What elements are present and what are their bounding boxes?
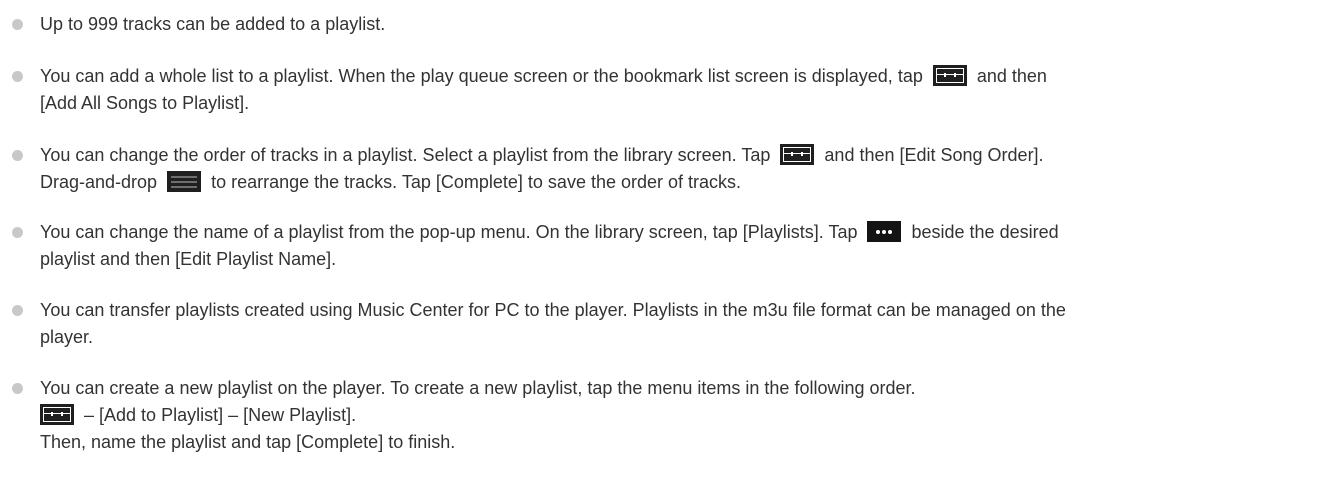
tip-text: You can transfer playlists created using… bbox=[40, 300, 1066, 320]
tip-text: You can create a new playlist on the pla… bbox=[40, 378, 916, 398]
menu-icon bbox=[932, 65, 967, 86]
tip-text: beside the desired bbox=[911, 222, 1059, 242]
tip-text: Up to 999 tracks can be added to a playl… bbox=[40, 14, 386, 34]
tip-item: You can create a new playlist on the pla… bbox=[12, 375, 1330, 456]
tip-item: You can change the order of tracks in a … bbox=[12, 142, 1330, 196]
bullet-icon bbox=[12, 383, 23, 394]
menu-icon bbox=[780, 144, 815, 165]
bullet-icon bbox=[12, 71, 23, 82]
tip-text: You can change the order of tracks in a … bbox=[40, 145, 771, 165]
tip-text: and then [Edit Song Order]. bbox=[824, 145, 1044, 165]
drag-handle-icon bbox=[167, 171, 202, 192]
tip-item: Up to 999 tracks can be added to a playl… bbox=[12, 11, 1330, 38]
tip-item: You can add a whole list to a playlist. … bbox=[12, 63, 1330, 117]
tip-text: playlist and then [Edit Playlist Name]. bbox=[40, 249, 337, 269]
tip-text: to rearrange the tracks. Tap [Complete] … bbox=[211, 172, 742, 192]
tip-text-line: – [Add to Playlist] – [New Playlist]. bbox=[40, 402, 1330, 429]
bullet-icon bbox=[12, 305, 23, 316]
tip-text-line: You can change the name of a playlist fr… bbox=[40, 219, 1330, 246]
tip-text-line: You can add a whole list to a playlist. … bbox=[40, 63, 1330, 90]
tip-item: You can change the name of a playlist fr… bbox=[12, 219, 1330, 273]
tip-text: and then bbox=[976, 66, 1047, 86]
bullet-icon bbox=[12, 19, 23, 30]
tip-text: player. bbox=[40, 327, 94, 347]
menu-icon bbox=[40, 404, 74, 425]
tip-text-line: Drag-and-drop to rearrange the tracks. T… bbox=[40, 169, 1330, 196]
tip-text-line: You can change the order of tracks in a … bbox=[40, 142, 1330, 169]
tip-text: [Add All Songs to Playlist]. bbox=[40, 93, 250, 113]
more-icon bbox=[867, 221, 902, 242]
tip-text: Drag-and-drop bbox=[40, 172, 158, 192]
bullet-icon bbox=[12, 227, 23, 238]
tip-text: You can change the name of a playlist fr… bbox=[40, 222, 858, 242]
tip-text: Then, name the playlist and tap [Complet… bbox=[40, 432, 456, 452]
bullet-icon bbox=[12, 150, 23, 161]
tip-text: You can add a whole list to a playlist. … bbox=[40, 66, 923, 86]
tip-item: You can transfer playlists created using… bbox=[12, 297, 1330, 351]
tip-text: – [Add to Playlist] – [New Playlist]. bbox=[84, 405, 357, 425]
